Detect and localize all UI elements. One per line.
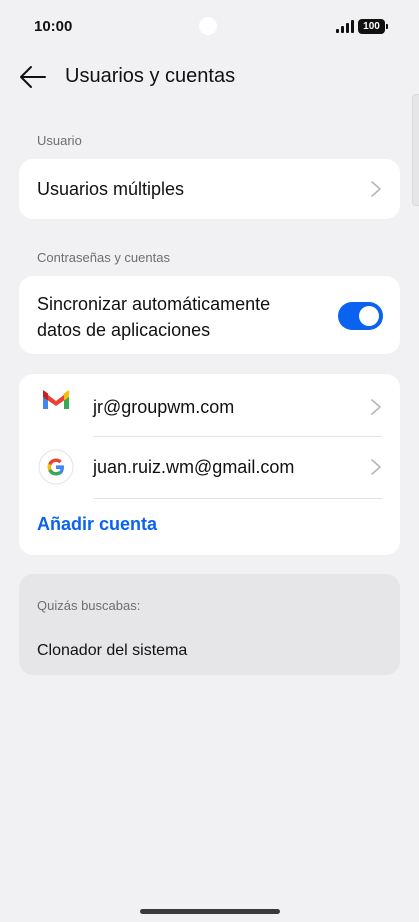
suggestions-label: Quizás buscabas:	[37, 598, 141, 613]
gmail-icon	[43, 390, 69, 409]
arrow-left-icon	[20, 66, 46, 88]
chevron-right-icon	[371, 181, 381, 197]
signal-icon	[336, 20, 354, 33]
suggestion-item[interactable]: Clonador del sistema	[37, 642, 187, 660]
auto-sync-row[interactable]: Sincronizar automáticamente datos de apl…	[19, 276, 400, 354]
section-label-passwords: Contraseñas y cuentas	[37, 250, 170, 265]
chevron-right-icon	[371, 399, 381, 415]
home-indicator[interactable]	[140, 909, 280, 914]
page-title: Usuarios y cuentas	[65, 65, 236, 87]
status-time: 10:00	[34, 18, 73, 35]
section-label-user: Usuario	[37, 133, 82, 148]
account-row[interactable]: juan.ruiz.wm@gmail.com	[19, 437, 400, 498]
accounts-card: jr@groupwm.com juan.ruiz.wm@gmail.com Añ…	[19, 374, 400, 555]
account-email: juan.ruiz.wm@gmail.com	[93, 457, 295, 477]
suggestions-card: Quizás buscabas: Clonador del sistema	[19, 574, 400, 675]
scrollbar-thumb[interactable]	[412, 94, 419, 206]
account-email: jr@groupwm.com	[93, 397, 235, 417]
google-icon	[38, 449, 74, 485]
app-header: Usuarios y cuentas	[0, 56, 419, 100]
add-account-link[interactable]: Añadir cuenta	[37, 514, 157, 535]
auto-sync-line1: Sincronizar automáticamente	[37, 294, 271, 314]
multiple-users-row[interactable]: Usuarios múltiples	[19, 159, 400, 219]
divider	[93, 498, 382, 499]
camera-cutout	[199, 17, 217, 35]
auto-sync-toggle[interactable]	[338, 302, 383, 330]
toggle-knob	[359, 306, 379, 326]
account-row[interactable]: jr@groupwm.com	[19, 374, 400, 436]
back-button[interactable]	[18, 64, 48, 90]
chevron-right-icon	[371, 459, 381, 475]
battery-icon: 100	[358, 19, 388, 34]
status-bar: 10:00 100	[0, 0, 419, 52]
multiple-users-label: Usuarios múltiples	[37, 179, 185, 199]
auto-sync-line2: datos de aplicaciones	[37, 320, 211, 340]
